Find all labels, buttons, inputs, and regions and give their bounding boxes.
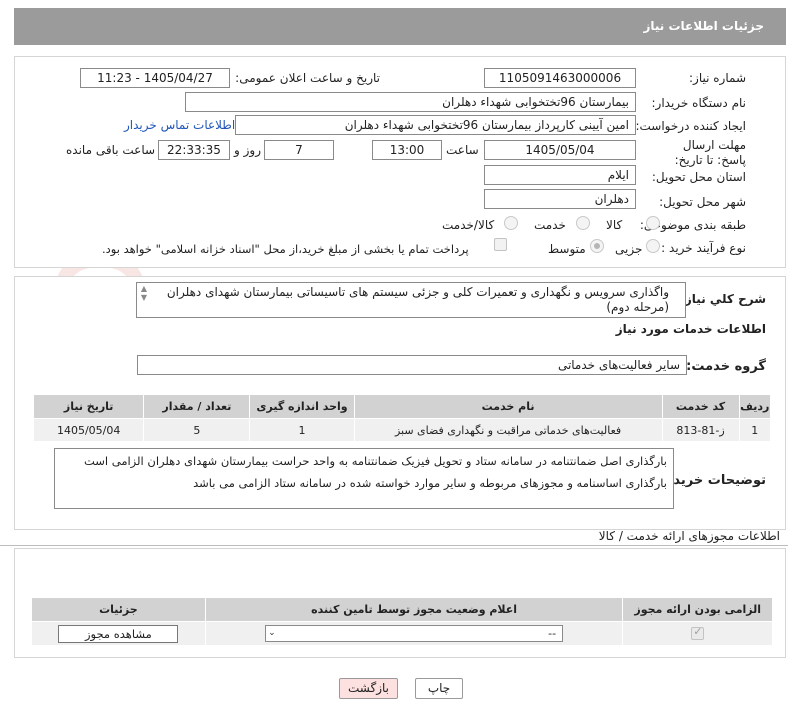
radio-goods[interactable] [646,216,660,230]
radio-service-label: خدمت [534,218,566,232]
summary-label: شرح کلي نياز: [680,292,766,306]
services-table: ردیف کد خدمت نام خدمت واحد اندازه گیری ت… [32,394,772,442]
province-field: ایلام [484,165,636,185]
deadline-time-field: 13:00 [372,140,442,160]
table-row: 1 ز-81-813 فعالیت‌های خدماتی مراقبت و نگ… [32,418,772,442]
services-table-header: ردیف کد خدمت نام خدمت واحد اندازه گیری ت… [32,394,772,419]
deadline-date-field: 1405/05/04 [484,140,636,160]
cell-quantity: 5 [143,418,251,442]
page-header: جزئیات اطلاعات نیاز [14,8,786,45]
permits-section-title: اطلاعات مجوزهای ارائه خدمت / کالا [598,529,780,543]
scroll-arrows-icon[interactable]: ▲ ▼ [139,284,149,302]
radio-service[interactable] [576,216,590,230]
province-label: استان محل تحویل: [651,170,746,184]
view-permit-button[interactable]: مشاهده مجوز [58,624,179,643]
purchase-type-label: نوع فرآیند خرید : [661,241,746,255]
cell-permit-required: ✓ [622,621,773,646]
col-quantity: تعداد / مقدار [143,394,251,419]
cell-service-name: فعالیت‌های خدماتی مراقبت و نگهداری فضای … [353,418,663,442]
divider [0,545,788,546]
buyer-org-field: بیمارستان 96تختخوابی شهداء دهلران [185,92,636,112]
payment-note: پرداخت تمام یا بخشی از مبلغ خرید،از محل … [102,242,469,256]
col-service-name: نام خدمت [353,394,663,419]
cell-permit-status: ⌄ -- [204,621,624,646]
buyer-org-label: نام دستگاه خریدار: [651,96,747,110]
buyer-notes-line-1: بارگذاری اصل ضمانتنامه در سامانه ستاد و … [83,454,667,468]
city-field: دهلران [484,189,636,209]
col-unit: واحد اندازه گیری [249,394,355,419]
service-group-field: سایر فعالیت‌های خدماتی [137,355,687,375]
col-permit-status: اعلام وضعیت مجوز توسط تامین کننده [204,597,624,622]
cell-row: 1 [738,418,772,442]
col-need-date: تاریخ نیاز [32,394,145,419]
deadline-label: مهلت ارسال پاسخ: تا تاریخ: [674,138,746,167]
treasury-checkbox[interactable] [494,238,507,251]
cell-service-code: ز-81-813 [661,418,740,442]
print-button[interactable]: چاپ [415,678,463,699]
col-permit-required: الزامی بودن ارائه مجوز [622,597,773,622]
services-section-title: اطلاعات خدمات مورد نیاز [615,322,766,336]
check-icon: ✓ [693,625,703,639]
buyer-notes-textarea[interactable]: بارگذاری اصل ضمانتنامه در سامانه ستاد و … [54,448,674,509]
announce-label: تاریخ و ساعت اعلان عمومی: [235,71,380,85]
radio-goods-service-label: کالا/خدمت [442,218,495,232]
permits-table: الزامی بودن ارائه مجوز اعلام وضعیت مجوز … [31,597,773,646]
radio-minor-label: جزیی [615,242,643,256]
radio-medium-label: متوسط [548,242,586,256]
col-permit-details: جزئیات [31,597,206,622]
deadline-time-label: ساعت [446,143,479,157]
permits-table-header: الزامی بودن ارائه مجوز اعلام وضعیت مجوز … [31,597,773,622]
buyer-notes-line-2: بارگذاری اساسنامه و مجوزهای مربوطه و سای… [193,476,667,490]
remaining-time-field: 22:33:35 [158,140,230,160]
radio-goods-service[interactable] [504,216,518,230]
need-number-field: 1105091463000006 [484,68,636,88]
creator-field: امین آیینی کارپرداز بیمارستان 96تختخوابی… [235,115,636,135]
cell-need-date: 1405/05/04 [32,418,145,442]
days-label: روز و [234,143,261,157]
remaining-label: ساعت باقی مانده [66,143,156,157]
col-row: ردیف [738,394,772,419]
permit-status-select[interactable]: ⌄ -- [265,625,564,642]
permit-status-value: -- [548,627,557,640]
service-group-label: گروه خدمت: [686,359,766,374]
chevron-down-icon: ⌄ [268,628,276,638]
buyer-contact-link[interactable]: اطلاعات تماس خریدار [124,118,235,132]
radio-medium[interactable] [590,239,604,253]
cell-unit: 1 [249,418,355,442]
col-service-code: کد خدمت [661,394,740,419]
table-row: ✓ ⌄ -- مشاهده مجوز [31,621,773,646]
announce-field: 1405/04/27 - 11:23 [80,68,230,88]
radio-goods-label: کالا [606,218,623,232]
summary-textarea[interactable]: واگذاری سرویس و نگهداری و تعمیرات کلی و … [136,282,686,318]
days-remaining-field: 7 [264,140,334,160]
creator-label: ایجاد کننده درخواست: [635,119,746,133]
page-title: جزئیات اطلاعات نیاز [643,19,764,33]
back-button[interactable]: بازگشت [339,678,398,699]
need-number-label: شماره نیاز: [689,71,746,85]
permit-required-checkbox[interactable]: ✓ [691,625,705,641]
city-label: شهر محل تحویل: [659,195,746,209]
radio-minor[interactable] [646,239,660,253]
cell-permit-details: مشاهده مجوز [31,621,206,646]
